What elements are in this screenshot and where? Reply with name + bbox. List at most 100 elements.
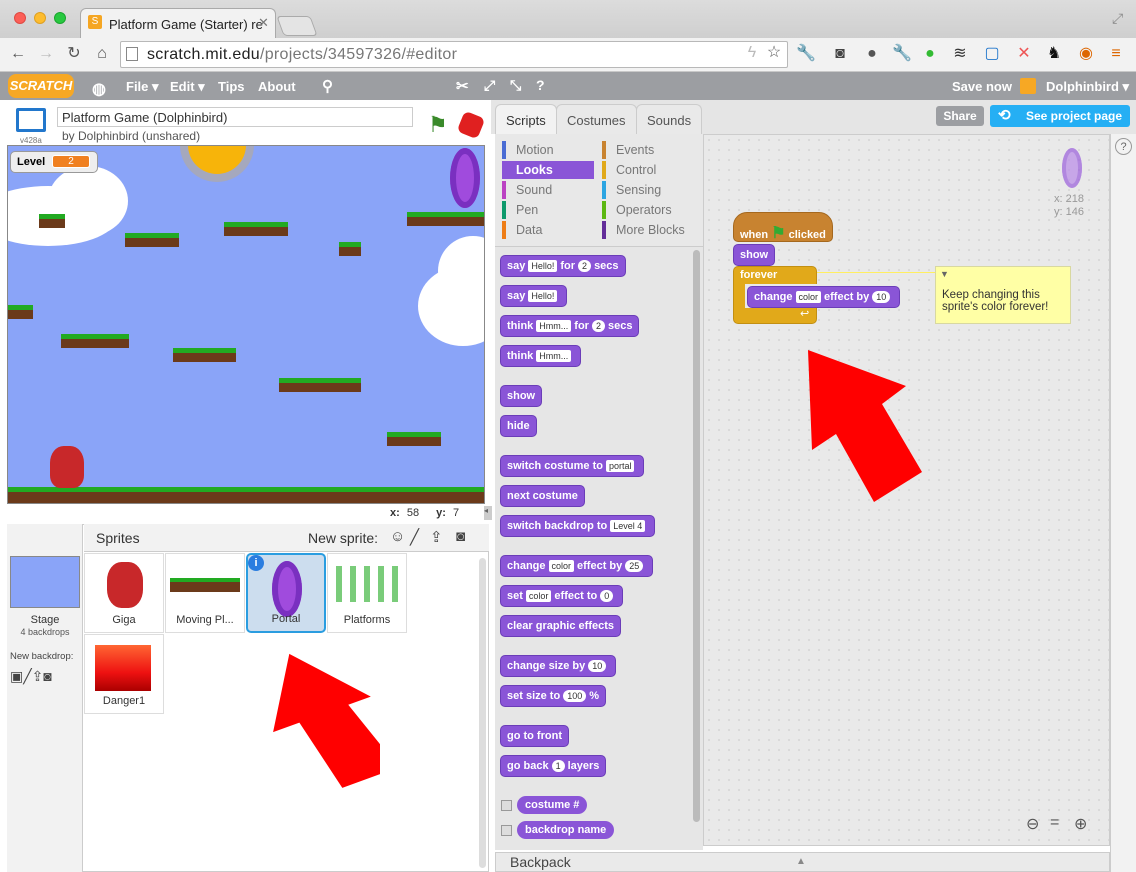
stage-thumbnail[interactable] xyxy=(10,556,80,608)
giga-sprite[interactable] xyxy=(50,446,84,488)
say-block[interactable]: say Hello! xyxy=(500,285,568,307)
save-now-link[interactable]: Save now xyxy=(952,79,1012,94)
reload-icon[interactable]: ↻ xyxy=(64,44,84,64)
upload-backdrop-icon[interactable]: ⇪ xyxy=(32,668,44,684)
category-pen[interactable]: Pen xyxy=(502,201,594,219)
show-block[interactable]: show xyxy=(733,244,776,266)
browser-tab[interactable]: Platform Game (Starter) re xyxy=(80,8,276,38)
sprite-pane-scrollbar[interactable] xyxy=(479,558,486,868)
language-globe-icon[interactable]: ◍ xyxy=(92,79,106,99)
cursor-tools-icon[interactable] xyxy=(456,78,482,96)
close-window-button[interactable] xyxy=(14,12,26,24)
think-block[interactable]: think Hmm... xyxy=(500,345,582,367)
new-tab-button[interactable] xyxy=(276,16,318,36)
sprite-tile-portal[interactable]: i Portal xyxy=(246,553,326,633)
paint-sprite-icon[interactable]: ╱ xyxy=(410,528,419,546)
extension-eye-icon[interactable]: ◉ xyxy=(1076,44,1096,64)
backdrop-name-checkbox[interactable] xyxy=(501,825,512,836)
extension-pocket-icon[interactable]: ◙ xyxy=(830,44,850,64)
next-costume-block[interactable]: next costume xyxy=(500,485,585,507)
chrome-menu-icon[interactable]: ≡ xyxy=(1106,44,1126,64)
sprite-info-icon[interactable]: i xyxy=(248,555,264,571)
scratch-logo[interactable]: SCRATCH xyxy=(8,74,74,98)
extension-frame-icon[interactable]: ▢ xyxy=(982,44,1002,64)
say-for-secs-block[interactable]: say Hello! for 2 secs xyxy=(500,255,626,277)
sprite-tile-danger1[interactable]: Danger1 xyxy=(84,634,164,714)
choose-sprite-library-icon[interactable]: ☺ xyxy=(390,528,405,545)
backpack[interactable]: Backpack ▲ xyxy=(495,852,1110,872)
change-effect-block[interactable]: change color effect by 25 xyxy=(500,555,654,577)
camera-backdrop-icon[interactable]: ◙ xyxy=(43,668,51,684)
show-block[interactable]: show xyxy=(500,385,543,407)
category-motion[interactable]: Motion xyxy=(502,141,594,159)
tab-costumes[interactable]: Costumes xyxy=(556,104,637,134)
extension-stack-icon[interactable]: ≋ xyxy=(950,44,970,64)
category-sound[interactable]: Sound xyxy=(502,181,594,199)
think-for-secs-block[interactable]: think Hmm... for 2 secs xyxy=(500,315,640,337)
bookmark-star-icon[interactable]: ☆ xyxy=(764,43,784,63)
zoom-in-icon[interactable]: ⊕ xyxy=(1074,814,1087,834)
category-more-blocks[interactable]: More Blocks xyxy=(602,221,700,239)
block-palette[interactable]: say Hello! for 2 secs say Hello! think Hmm... f… xyxy=(495,246,703,850)
tab-sounds[interactable]: Sounds xyxy=(636,104,703,134)
paint-backdrop-icon[interactable]: ▣ xyxy=(10,668,23,684)
help-button-icon[interactable]: ? xyxy=(1115,138,1132,155)
hide-block[interactable]: hide xyxy=(500,415,537,437)
zoom-window-button[interactable] xyxy=(54,12,66,24)
backpack-expand-icon[interactable]: ▲ xyxy=(796,856,806,867)
go-to-front-block[interactable]: go to front xyxy=(500,725,569,747)
tab-scripts[interactable]: Scripts xyxy=(495,104,557,134)
comment-collapse-icon[interactable]: ▼ xyxy=(940,269,949,279)
when-flag-clicked-hat-block[interactable]: when ⚑ clicked xyxy=(733,212,833,242)
category-operators[interactable]: Operators xyxy=(602,201,700,219)
stage-canvas[interactable] xyxy=(7,145,485,504)
duplicate-stamp-icon[interactable]: ⚲ xyxy=(322,77,333,95)
extension-ninja-icon[interactable]: ♞ xyxy=(1044,44,1064,64)
home-icon[interactable]: ⌂ xyxy=(92,44,112,64)
share-button[interactable]: Share xyxy=(936,106,984,126)
zoom-reset-icon[interactable]: = xyxy=(1050,814,1059,832)
script-comment[interactable]: ▼ Keep changing this sprite's color fore… xyxy=(935,266,1071,324)
collapse-stage-icon[interactable]: ◂ xyxy=(484,506,492,520)
camera-sprite-icon[interactable]: ◙ xyxy=(456,528,465,545)
user-menu[interactable]: Dolphinbird ▾ xyxy=(1046,79,1129,95)
set-size-block[interactable]: set size to 100% xyxy=(500,685,606,707)
switch-costume-block[interactable]: switch costume to portal xyxy=(500,455,645,477)
costume-number-reporter[interactable]: costume # xyxy=(517,796,588,814)
address-bar[interactable]: scratch.mit.edu/projects/34597326/#edito… xyxy=(120,41,788,68)
extension-x-icon[interactable]: ✕ xyxy=(1014,44,1034,64)
minimize-window-button[interactable] xyxy=(34,12,46,24)
pencil-backdrop-icon[interactable]: ╱ xyxy=(23,668,31,684)
extension-hangouts-icon[interactable]: ● xyxy=(920,44,940,64)
zoom-out-icon[interactable]: ⊖ xyxy=(1026,814,1039,834)
sprite-tile-platforms[interactable]: Platforms xyxy=(327,553,407,633)
category-looks[interactable]: Looks xyxy=(502,161,594,179)
grow-icon[interactable]: ⤢ xyxy=(484,77,495,94)
sprite-tile-giga[interactable]: Giga xyxy=(84,553,164,633)
category-data[interactable]: Data xyxy=(502,221,594,239)
edit-menu[interactable]: Edit ▾ xyxy=(170,79,205,95)
shrink-icon[interactable]: ⤡ xyxy=(510,77,521,94)
extension-mask-icon[interactable]: ● xyxy=(862,44,882,64)
category-events[interactable]: Events xyxy=(602,141,700,159)
close-tab-icon[interactable]: ✕ xyxy=(258,15,269,31)
costume-number-checkbox[interactable] xyxy=(501,800,512,811)
presentation-mode-icon[interactable] xyxy=(16,108,46,132)
about-menu[interactable]: About xyxy=(258,79,296,94)
switch-backdrop-block[interactable]: switch backdrop to Level 4 xyxy=(500,515,656,537)
extension-tool-icon[interactable]: 🔧 xyxy=(892,44,912,64)
backdrop-name-reporter[interactable]: backdrop name xyxy=(517,821,615,839)
back-icon[interactable]: ← xyxy=(8,44,28,64)
change-color-effect-block[interactable]: change color effect by 10 xyxy=(747,286,901,308)
go-back-layers-block[interactable]: go back 1 layers xyxy=(500,755,607,777)
project-title-input[interactable]: Platform Game (Dolphinbird) xyxy=(57,107,413,127)
category-sensing[interactable]: Sensing xyxy=(602,181,700,199)
tips-menu[interactable]: Tips xyxy=(218,79,245,94)
help-icon[interactable]: ? xyxy=(536,77,545,93)
forward-icon[interactable]: → xyxy=(36,44,56,64)
upload-sprite-icon[interactable]: ⇪ xyxy=(430,528,443,546)
sprite-tile-moving-platform[interactable]: Moving Pl... xyxy=(165,553,245,633)
palette-scrollbar[interactable] xyxy=(693,250,700,822)
file-menu[interactable]: File ▾ xyxy=(126,79,159,95)
see-project-page-button[interactable]: ⟲ See project page xyxy=(990,105,1130,127)
